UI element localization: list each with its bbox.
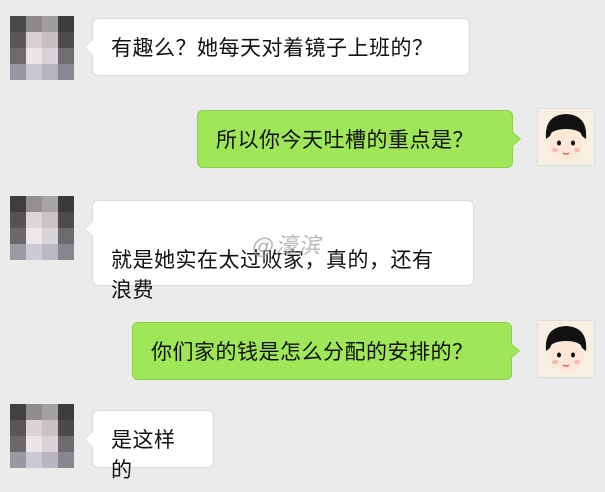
message-bubble-outgoing[interactable]: 你们家的钱是怎么分配的安排的？ [132, 322, 520, 380]
cartoon-girl-avatar-icon [537, 320, 595, 378]
message-bubble-outgoing[interactable]: 所以你今天吐槽的重点是？ [197, 110, 521, 168]
message-bubble-incoming[interactable]: 是这样的 [84, 410, 214, 482]
message-text: 你们家的钱是怎么分配的安排的？ [151, 340, 474, 364]
my-avatar[interactable] [537, 320, 595, 378]
contact-avatar[interactable] [10, 16, 74, 80]
cartoon-girl-avatar-icon [537, 108, 595, 166]
my-avatar[interactable] [537, 108, 595, 166]
pixelated-avatar-icon [10, 16, 74, 80]
contact-avatar[interactable] [10, 196, 74, 260]
message-bubble-incoming[interactable]: 有趣么？她每天对着镜子上班的？ [84, 18, 470, 76]
watermark: @濠滨 [252, 234, 322, 259]
chat-window: 有趣么？她每天对着镜子上班的？ 所以你今天吐槽的重点是？ 就是她实在太过败家，真… [0, 0, 605, 492]
message-text: 是这样的 [111, 428, 176, 482]
message-text: 有趣么？她每天对着镜子上班的？ [111, 36, 434, 60]
contact-avatar[interactable] [10, 404, 74, 468]
message-text: 所以你今天吐槽的重点是？ [216, 128, 474, 152]
pixelated-avatar-icon [10, 404, 74, 468]
pixelated-avatar-icon [10, 196, 74, 260]
